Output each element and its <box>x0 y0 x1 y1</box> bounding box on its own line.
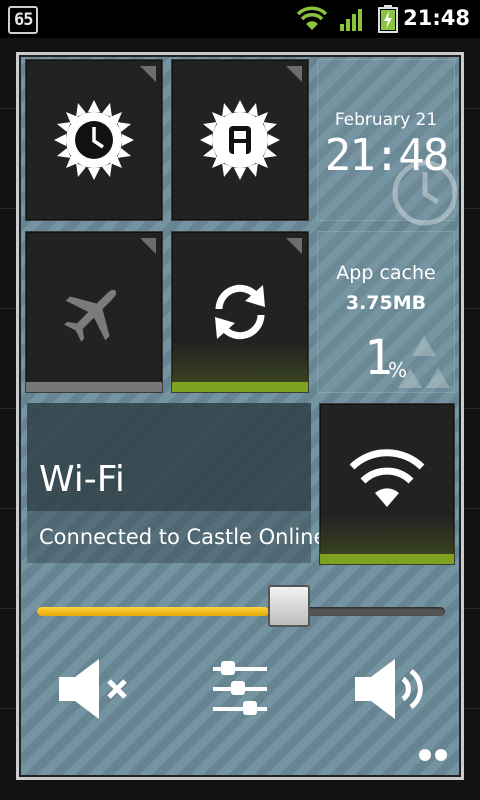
tile-wifi-label[interactable]: Wi-Fi Connected to Castle Online <box>27 403 326 563</box>
page-indicator-dot <box>435 749 447 761</box>
tile-clock[interactable]: February 21 21:48 <box>317 59 458 226</box>
mute-icon[interactable] <box>55 655 135 723</box>
wifi-connection-status: Connected to Castle Online <box>39 525 327 549</box>
brightness-auto-icon <box>200 100 280 180</box>
app-cache-percent-sign: % <box>388 358 408 382</box>
tile-auto-brightness[interactable] <box>171 59 309 221</box>
sliders-icon[interactable] <box>211 659 271 719</box>
clock-time: 21:48 <box>324 130 449 181</box>
brightness-clock-icon <box>54 100 134 180</box>
battery-charging-icon <box>378 5 398 33</box>
volume-slider-fill <box>37 607 270 616</box>
airplane-icon <box>64 289 117 342</box>
tile-app-cache[interactable]: App cache 3.75MB 1 % <box>317 231 455 393</box>
cell-signal-icon <box>340 9 362 31</box>
tile-airplane-mode[interactable] <box>25 231 163 393</box>
status-bar: 65 21:48 <box>0 0 480 38</box>
notification-count-badge: 65 <box>8 6 39 34</box>
page-indicator-dot <box>419 749 431 761</box>
wifi-signal-icon <box>296 6 328 30</box>
airplane-state-bar <box>26 382 162 392</box>
wifi-state-bar <box>320 554 454 564</box>
sync-state-bar <box>172 382 308 392</box>
wifi-title: Wi-Fi <box>39 459 125 500</box>
tile-sync[interactable] <box>171 231 309 393</box>
volume-slider[interactable] <box>37 585 445 627</box>
volume-slider-thumb[interactable] <box>268 585 310 627</box>
sync-icon <box>215 284 265 340</box>
app-cache-size: 3.75MB <box>345 292 427 314</box>
status-time: 21:48 <box>403 6 470 30</box>
quick-settings-panel: February 21 21:48 App cache 3.75MB 1 % W… <box>16 52 464 780</box>
tile-auto-brightness-clock[interactable] <box>25 59 163 221</box>
tile-wifi-toggle[interactable] <box>319 403 455 565</box>
wifi-icon <box>349 449 425 507</box>
speaker-icon[interactable] <box>351 655 431 723</box>
app-cache-title: App cache <box>336 262 436 284</box>
clock-date: February 21 <box>334 110 438 130</box>
page-indicator <box>415 746 447 765</box>
